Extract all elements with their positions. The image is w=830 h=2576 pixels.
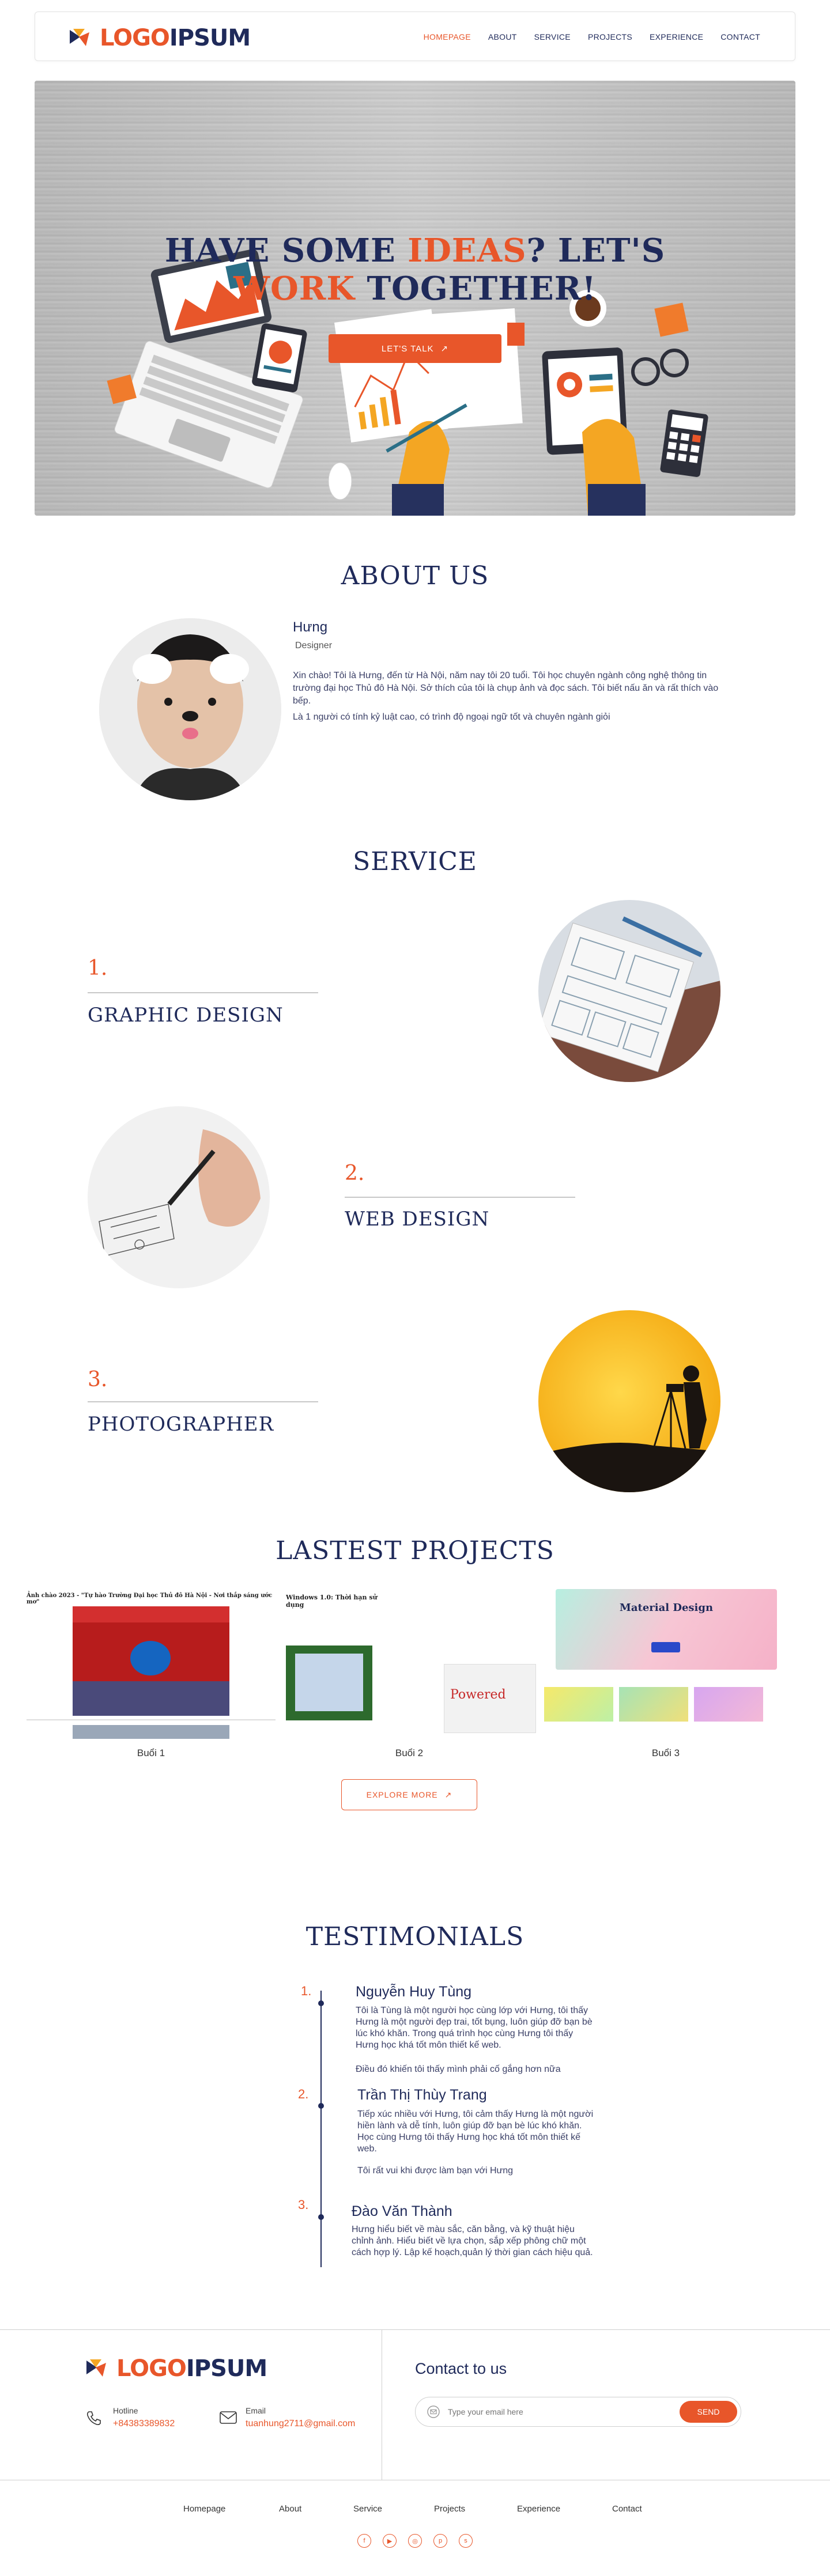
about-bio-2: Là 1 người có tính kỷ luật cao, có trình… (293, 712, 610, 722)
hero-banner: HAVE SOME IDEAS? LET'S WORK TOGETHER! LE… (35, 81, 795, 516)
testimonial-number: 2. (298, 2087, 309, 2101)
newsletter-form: SEND (415, 2397, 741, 2427)
nav-about[interactable]: ABOUT (488, 32, 517, 41)
service-divider (88, 992, 318, 993)
email-label: Email (246, 2406, 266, 2415)
site-header: LOGOIPSUM HOMEPAGE ABOUT SERVICE PROJECT… (35, 12, 795, 61)
youtube-icon[interactable]: ▶ (383, 2534, 397, 2548)
footer-nav-about[interactable]: About (279, 2504, 301, 2514)
testimonial-name: Nguyễn Huy Tùng (356, 1984, 472, 2000)
pinterest-icon[interactable]: p (433, 2534, 447, 2548)
timeline-dot (318, 2000, 324, 2006)
project-photo (286, 1646, 372, 1720)
service-title: SERVICE (353, 847, 477, 876)
timeline-dot (318, 2214, 324, 2220)
logo-text: LOGOIPSUM (116, 2355, 267, 2382)
testimonial-name: Trần Thị Thùy Trang (357, 2087, 487, 2103)
footer-nav-homepage[interactable]: Homepage (183, 2504, 225, 2514)
skype-icon[interactable]: s (459, 2534, 473, 2548)
email-input[interactable] (448, 2397, 667, 2426)
nav-homepage[interactable]: HOMEPAGE (424, 32, 471, 41)
lets-talk-label: LET'S TALK (381, 343, 434, 354)
web-design-image (88, 1106, 270, 1288)
service-photographer: PHOTOGRAPHER (88, 1413, 274, 1436)
nav-service[interactable]: SERVICE (534, 32, 571, 41)
project-caption: Material Design (619, 1602, 714, 1614)
hotline-label: Hotline (113, 2406, 138, 2415)
about-name: Hưng (293, 619, 328, 635)
projects-title: LASTEST PROJECTS (276, 1536, 554, 1565)
instagram-icon[interactable]: ◎ (408, 2534, 422, 2548)
footer-nav-service[interactable]: Service (353, 2504, 382, 2514)
phone-icon (85, 2409, 103, 2430)
project-caption: Windows 1.0: Thời hạn sử dụng (286, 1594, 378, 1609)
send-button[interactable]: SEND (680, 2401, 737, 2423)
graphic-design-image (538, 900, 720, 1082)
facebook-icon[interactable]: f (357, 2534, 371, 2548)
project-label-2: Buổi 2 (395, 1747, 424, 1758)
footer-nav-experience[interactable]: Experience (517, 2504, 560, 2514)
service-divider (88, 1401, 318, 1402)
explore-more-label: EXPLORE MORE (366, 1790, 438, 1799)
service-number: 1. (88, 956, 108, 980)
contact-title: Contact to us (415, 2360, 507, 2377)
nav-projects[interactable]: PROJECTS (588, 32, 632, 41)
testimonial-name: Đào Văn Thành (352, 2203, 452, 2219)
main-nav: HOMEPAGE ABOUT SERVICE PROJECTS EXPERIEN… (424, 12, 760, 62)
avatar (99, 618, 281, 800)
service-number: 2. (345, 1162, 365, 1185)
arrow-up-right-icon: ↗ (440, 344, 449, 354)
project-caption: Ảnh chào 2023 - "Tự hào Trường Đại học T… (27, 1592, 273, 1605)
logo-text: LOGOIPSUM (100, 25, 251, 51)
hero-headline: HAVE SOME IDEAS? LET'S WORK TOGETHER! (164, 232, 666, 308)
about-role: Designer (295, 641, 333, 650)
footer-nav-projects[interactable]: Projects (434, 2504, 465, 2514)
service-number: 3. (88, 1368, 108, 1391)
service-graphic-design: GRAPHIC DESIGN (88, 1004, 284, 1027)
testimonial-text: Điều đó khiến tôi thấy mình phải cố gắng… (356, 2064, 561, 2074)
timeline-dot (318, 2103, 324, 2109)
testimonial-text: Tôi rất vui khi được làm bạn với Hưng (357, 2166, 514, 2176)
project-card-2[interactable]: Windows 1.0: Thời hạn sử dụng Powered (282, 1589, 536, 1742)
testimonial-text: Hưng hiểu biết về màu sắc, căn bằng, và … (352, 2225, 593, 2257)
project-card-3[interactable]: Material Design (542, 1589, 795, 1742)
envelope-icon (427, 2405, 440, 2421)
testimonial-number: 1. (301, 1984, 312, 1998)
mail-icon (219, 2410, 237, 2428)
project-label-3: Buổi 3 (651, 1747, 680, 1758)
logo-mark-icon (85, 2357, 112, 2380)
project-photo: Material Design (556, 1589, 777, 1670)
email-value[interactable]: tuanhung2711@gmail.com (246, 2419, 355, 2429)
testimonials-title: TESTIMONIALS (305, 1922, 525, 1951)
service-web-design: WEB DESIGN (345, 1208, 490, 1231)
explore-more-button[interactable]: EXPLORE MORE ↗ (341, 1779, 477, 1810)
testimonial-timeline (320, 1991, 322, 2267)
nav-contact[interactable]: CONTACT (720, 32, 760, 41)
nav-experience[interactable]: EXPERIENCE (650, 32, 703, 41)
hotline-value[interactable]: +84383389832 (113, 2419, 175, 2429)
testimonial-text: Tôi là Tùng là một người học cùng lớp vớ… (356, 2006, 593, 2050)
project-photo (73, 1606, 229, 1716)
footer-logo[interactable]: LOGOIPSUM (85, 2355, 267, 2382)
project-card-1[interactable]: Ảnh chào 2023 - "Tự hào Trường Đại học T… (27, 1589, 276, 1742)
testimonial-number: 3. (298, 2197, 309, 2212)
logo-mark-icon (69, 27, 95, 50)
logo[interactable]: LOGOIPSUM (69, 25, 251, 51)
lets-talk-button[interactable]: LET'S TALK ↗ (329, 334, 501, 363)
project-label-1: Buổi 1 (137, 1747, 165, 1758)
about-bio: Xin chào! Tôi là Hưng, đến từ Hà Nội, nă… (293, 671, 719, 706)
photographer-image (538, 1310, 720, 1492)
arrow-up-right-icon: ↗ (444, 1790, 452, 1799)
footer-nav-contact[interactable]: Contact (612, 2504, 642, 2514)
testimonial-text: Tiếp xúc nhiều với Hưng, tôi cảm thấy Hư… (357, 2109, 594, 2154)
about-title: ABOUT US (341, 561, 489, 591)
service-divider (345, 1197, 575, 1198)
